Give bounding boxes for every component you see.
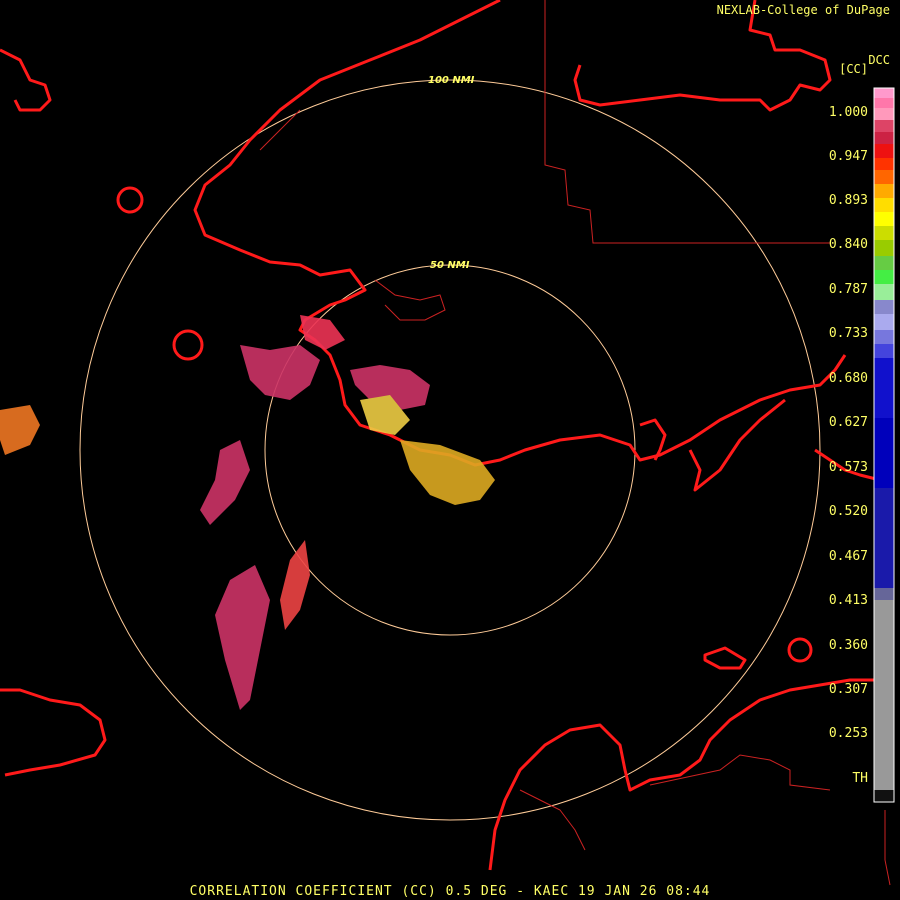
credit-text: NEXLAB-College of DuPage [716,3,890,17]
border-line [544,0,830,244]
legend-label: 0.573 [828,460,868,475]
product-title: CORRELATION COEFFICIENT (CC) 0.5 DEG - K… [189,884,711,899]
border-line-se2 [884,810,891,886]
legend-label: 0.840 [828,237,868,252]
legend-label: 0.413 [828,593,868,608]
coastlines [0,0,881,871]
legend-label: 0.360 [828,638,868,653]
legend-label: 0.520 [828,504,868,519]
ring-label-50: 50 NMI [430,260,470,271]
legend-label: 0.253 [828,726,868,741]
legend-label: 1.000 [828,105,868,120]
radar-echoes [0,315,495,710]
legend-colorbar [873,87,895,803]
legend-label: 0.627 [828,415,868,430]
legend-label: 0.467 [828,549,868,564]
border-line-se [649,754,831,791]
legend-unit: [CC] [839,62,868,76]
legend-label: 0.947 [828,149,868,164]
legend-label: 0.893 [828,193,868,208]
legend-label: 0.787 [828,282,868,297]
legend-label: TH [852,771,868,786]
legend-label: 0.307 [828,682,868,697]
legend-label: 0.680 [828,371,868,386]
ring-label-100: 100 NMI [428,75,475,86]
product-code: DCC [868,53,890,67]
radar-map: 100 NMI 50 NMI [0,0,895,886]
legend-label: 0.733 [828,326,868,341]
